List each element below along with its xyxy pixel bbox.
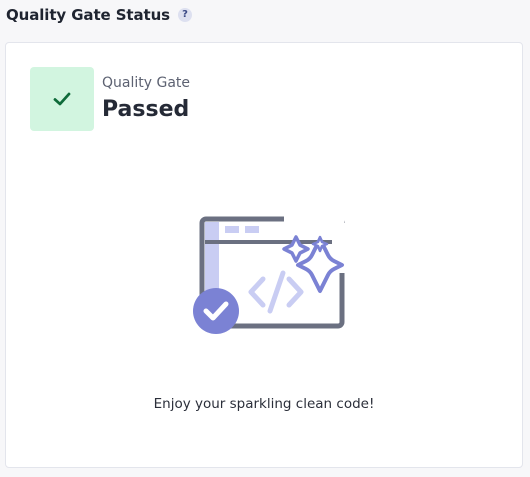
status-value: Passed — [102, 97, 190, 122]
status-label: Quality Gate — [102, 75, 191, 91]
titlebar-dash-2 — [245, 226, 259, 233]
status-badge — [30, 67, 94, 131]
check-icon — [53, 92, 71, 106]
help-icon[interactable]: ? — [177, 8, 192, 22]
check-badge — [193, 288, 239, 334]
quality-gate-header: Quality Gate Status ? — [6, 5, 192, 25]
sparkling-code-illustration — [193, 213, 346, 334]
success-message: Enjoy your sparkling clean code! — [153, 396, 375, 412]
titlebar-dash-1 — [225, 226, 239, 233]
quality-gate-title: Quality Gate Status — [6, 6, 170, 24]
quality-gate-card: Quality Gate Passed Enjoy your sparkling… — [5, 42, 523, 468]
